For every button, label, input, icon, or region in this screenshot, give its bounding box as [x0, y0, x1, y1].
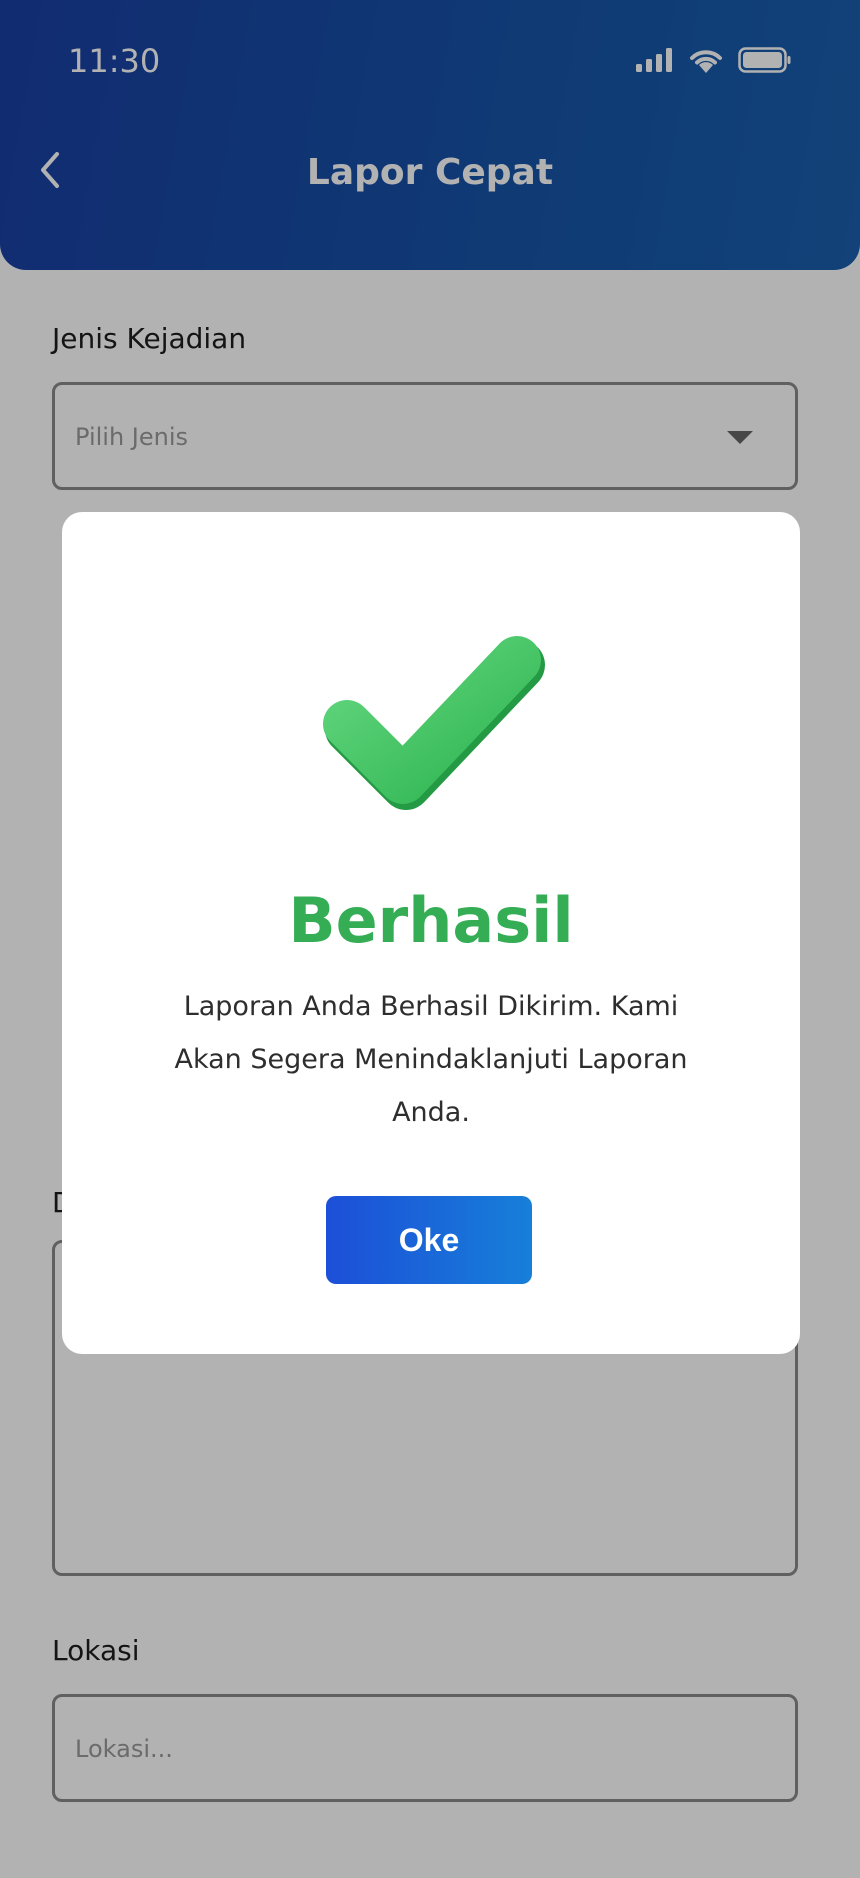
ok-button[interactable]: Oke: [326, 1196, 532, 1284]
success-title: Berhasil: [288, 884, 574, 957]
success-dialog: Berhasil Laporan Anda Berhasil Dikirim. …: [62, 512, 800, 1354]
success-message: Laporan Anda Berhasil Dikirim. Kami Akan…: [174, 991, 688, 1128]
check-icon: [317, 620, 545, 816]
